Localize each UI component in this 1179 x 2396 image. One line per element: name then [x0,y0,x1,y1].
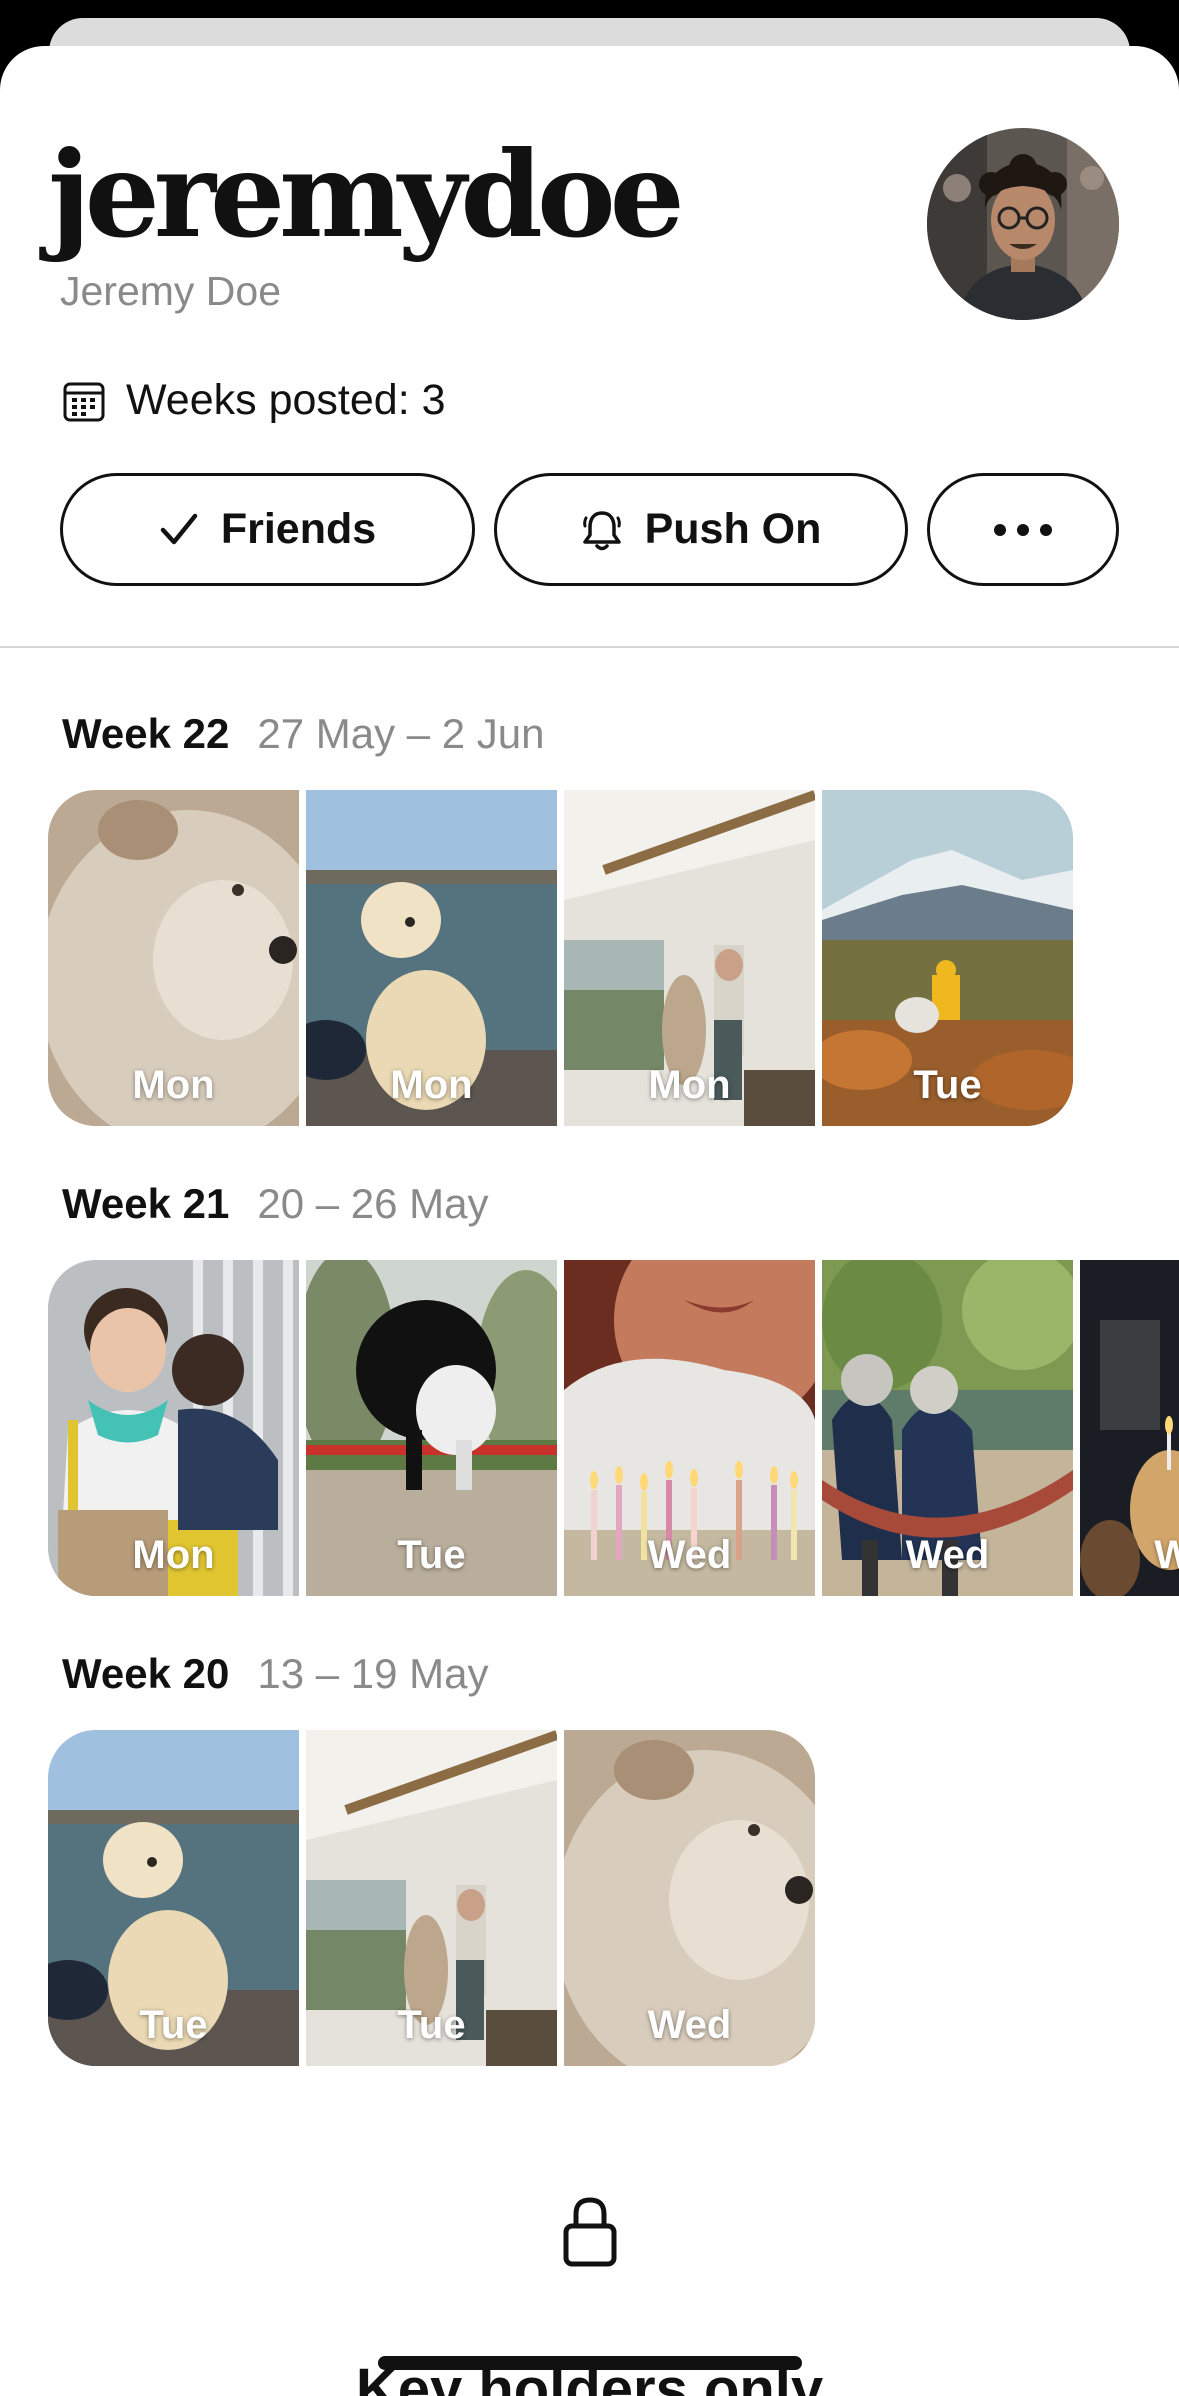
calendar-icon [63,382,105,421]
week-range: 27 May – 2 Jun [257,710,545,757]
week-header: Week 20 13 – 19 May [62,1650,489,1698]
username: jeremydoe [48,125,685,264]
week-header: Week 21 20 – 26 May [62,1180,489,1228]
photo-day: Tue [397,2003,466,2047]
full-name: Jeremy Doe [60,268,282,314]
photo-day: Tue [139,2003,208,2047]
photo-day: Mon [648,1063,731,1107]
photo-day: Mon [132,1533,215,1577]
photo-kids[interactable]: Mon [48,1260,299,1596]
week-header: Week 22 27 May – 2 Jun [62,710,545,758]
ellipsis-icon [994,523,1052,536]
weeks-posted-row: Weeks posted: 3 [62,376,446,425]
avatar[interactable] [927,128,1119,320]
more-options-button[interactable] [927,473,1119,586]
photo-birthday[interactable]: Wed [564,1260,815,1596]
photo-candle-partial[interactable]: W [1080,1260,1179,1596]
section-divider [0,646,1179,648]
friends-label: Friends [220,505,377,553]
photo-day: Wed [647,2003,732,2047]
week-title: Week 21 [62,1180,230,1227]
profile-sheet: jeremydoe Jeremy Doe Weeks posted: 3 Fri… [0,46,1179,2396]
home-indicator[interactable] [378,2356,802,2370]
photo-day: Tue [397,1533,466,1577]
week-range: 20 – 26 May [257,1180,489,1227]
photo-day: Mon [390,1063,473,1107]
bell-icon [582,510,621,550]
photo-day: Wed [905,1533,990,1577]
photo-dog-pier[interactable]: Tue [48,1730,299,2066]
week-title: Week 22 [62,710,230,757]
photo-elderly-couple[interactable]: Wed [822,1260,1073,1596]
photo-day: W [1154,1533,1179,1577]
photo-day: Wed [647,1533,732,1577]
weeks-posted-text: Weeks posted: 3 [126,376,446,424]
photo-row: Mon Mon Mon Tue [48,790,1073,1126]
photo-row: Tue Tue Wed [48,1730,815,2066]
photo-dog-pier[interactable]: Mon [306,790,557,1126]
friends-button[interactable]: Friends [60,473,475,586]
photo-dog-closeup[interactable]: Mon [48,790,299,1126]
photo-row: Mon Tue Wed Wed W [48,1260,1179,1596]
photo-dog-closeup[interactable]: Wed [564,1730,815,2066]
lock-icon [563,2197,617,2267]
photo-day: Mon [132,1063,215,1107]
photo-dog-house[interactable]: Mon [564,790,815,1126]
photo-dog-field[interactable]: Tue [306,1260,557,1596]
checkmark-icon [160,513,198,544]
week-range: 13 – 19 May [257,1650,489,1697]
photo-dog-house[interactable]: Tue [306,1730,557,2066]
photo-dog-mountain[interactable]: Tue [822,790,1073,1126]
push-label: Push On [644,505,822,553]
photo-day: Tue [913,1063,982,1107]
week-title: Week 20 [62,1650,230,1697]
push-button[interactable]: Push On [494,473,908,586]
